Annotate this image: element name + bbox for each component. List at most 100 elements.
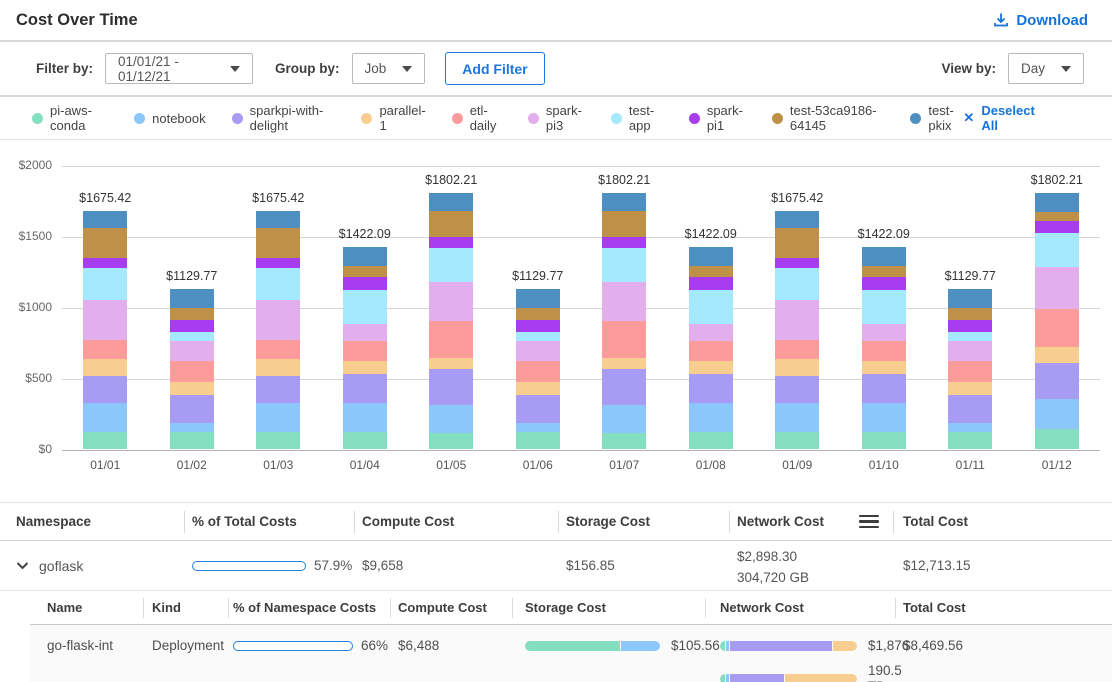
deselect-all-button[interactable]: ✕ Deselect All	[963, 103, 1042, 133]
col-header-total[interactable]: Total Cost	[895, 591, 1112, 624]
bar-segment-spark-pi3[interactable]	[602, 282, 646, 321]
bar-segment-notebook[interactable]	[429, 405, 473, 434]
bar-segment-pi-aws-conda[interactable]	[948, 432, 992, 449]
bar-segment-etl-daily[interactable]	[948, 361, 992, 381]
col-header-name[interactable]: Name	[30, 591, 143, 624]
bar-segment-notebook[interactable]	[775, 403, 819, 432]
bar-segment-test-53ca9186-64145[interactable]	[343, 266, 387, 277]
bar-segment-spark-pi1[interactable]	[775, 258, 819, 268]
bar-segment-notebook[interactable]	[862, 403, 906, 433]
col-header-total[interactable]: Total Cost	[893, 503, 1112, 540]
bar-segment-etl-daily[interactable]	[689, 341, 733, 360]
bar-segment-test-pkix[interactable]	[689, 247, 733, 266]
bar-segment-test-app[interactable]	[83, 268, 127, 300]
bar-segment-parallel-1[interactable]	[948, 382, 992, 396]
bar-segment-spark-pi1[interactable]	[429, 237, 473, 248]
bar-segment-test-53ca9186-64145[interactable]	[83, 228, 127, 258]
bar-segment-test-app[interactable]	[775, 268, 819, 300]
legend-item-pi-aws-conda[interactable]: pi-aws-conda	[32, 103, 108, 133]
bar-segment-test-53ca9186-64145[interactable]	[602, 211, 646, 238]
bar-segment-spark-pi3[interactable]	[689, 324, 733, 341]
col-header-percent-total[interactable]: % of Total Costs	[184, 503, 354, 540]
bar-segment-parallel-1[interactable]	[170, 382, 214, 396]
bar-segment-test-pkix[interactable]	[862, 247, 906, 266]
bar-01/12[interactable]	[1035, 193, 1079, 449]
bar-01/09[interactable]	[775, 211, 819, 449]
namespace-name[interactable]: goflask	[39, 558, 83, 574]
bar-segment-test-app[interactable]	[256, 268, 300, 300]
bar-segment-notebook[interactable]	[83, 403, 127, 432]
bar-segment-sparkpi-with-delight[interactable]	[1035, 363, 1079, 399]
col-header-compute[interactable]: Compute Cost	[354, 503, 558, 540]
bar-segment-sparkpi-with-delight[interactable]	[689, 374, 733, 403]
bar-segment-pi-aws-conda[interactable]	[602, 433, 646, 449]
bar-segment-notebook[interactable]	[602, 405, 646, 434]
col-header-network[interactable]: Network Cost	[705, 591, 895, 624]
bar-segment-test-pkix[interactable]	[516, 289, 560, 309]
bar-segment-sparkpi-with-delight[interactable]	[429, 369, 473, 404]
bar-segment-test-pkix[interactable]	[1035, 193, 1079, 212]
col-header-compute[interactable]: Compute Cost	[390, 591, 512, 624]
col-header-storage[interactable]: Storage Cost	[558, 503, 729, 540]
bar-segment-pi-aws-conda[interactable]	[1035, 429, 1079, 449]
bar-segment-sparkpi-with-delight[interactable]	[516, 395, 560, 423]
view-by-dropdown[interactable]: Day	[1008, 53, 1084, 84]
bar-segment-sparkpi-with-delight[interactable]	[83, 376, 127, 403]
bar-segment-notebook[interactable]	[948, 423, 992, 431]
bar-segment-parallel-1[interactable]	[429, 358, 473, 370]
bar-segment-spark-pi3[interactable]	[256, 300, 300, 340]
download-button[interactable]: Download	[993, 12, 1088, 29]
bar-segment-etl-daily[interactable]	[256, 340, 300, 359]
bar-segment-pi-aws-conda[interactable]	[775, 432, 819, 450]
bar-segment-spark-pi1[interactable]	[83, 258, 127, 268]
bar-segment-test-app[interactable]	[429, 248, 473, 282]
bar-segment-parallel-1[interactable]	[516, 382, 560, 396]
bar-segment-notebook[interactable]	[256, 403, 300, 432]
bar-01/02[interactable]	[170, 289, 214, 449]
bar-segment-pi-aws-conda[interactable]	[83, 432, 127, 450]
legend-item-parallel-1[interactable]: parallel-1	[361, 103, 425, 133]
bar-segment-test-53ca9186-64145[interactable]	[948, 308, 992, 320]
bar-segment-spark-pi1[interactable]	[862, 277, 906, 291]
bar-segment-spark-pi3[interactable]	[1035, 267, 1079, 309]
bar-segment-test-app[interactable]	[1035, 233, 1079, 266]
bar-01/11[interactable]	[948, 289, 992, 449]
bar-segment-test-pkix[interactable]	[343, 247, 387, 266]
col-header-kind[interactable]: Kind	[143, 591, 228, 624]
bar-segment-spark-pi1[interactable]	[689, 277, 733, 291]
bar-01/05[interactable]	[429, 193, 473, 449]
bar-segment-etl-daily[interactable]	[83, 340, 127, 359]
legend-item-test-pkix[interactable]: test-pkix	[910, 103, 963, 133]
bar-segment-parallel-1[interactable]	[256, 359, 300, 376]
bar-segment-spark-pi3[interactable]	[83, 300, 127, 340]
col-header-namespace[interactable]: Namespace	[0, 503, 184, 540]
bar-segment-test-pkix[interactable]	[775, 211, 819, 228]
legend-item-test-53ca9186-64145[interactable]: test-53ca9186-64145	[772, 103, 885, 133]
bar-segment-spark-pi1[interactable]	[256, 258, 300, 268]
bar-segment-spark-pi1[interactable]	[1035, 221, 1079, 233]
bar-segment-spark-pi3[interactable]	[429, 282, 473, 321]
bar-segment-sparkpi-with-delight[interactable]	[775, 376, 819, 403]
bar-segment-test-app[interactable]	[948, 332, 992, 340]
bar-01/08[interactable]	[689, 247, 733, 449]
bar-segment-spark-pi3[interactable]	[343, 324, 387, 341]
bar-segment-test-pkix[interactable]	[83, 211, 127, 228]
bar-segment-spark-pi1[interactable]	[343, 277, 387, 291]
group-by-dropdown[interactable]: Job	[352, 53, 426, 84]
bar-segment-notebook[interactable]	[689, 403, 733, 433]
bar-segment-pi-aws-conda[interactable]	[256, 432, 300, 450]
bar-segment-spark-pi1[interactable]	[516, 320, 560, 332]
bar-segment-test-app[interactable]	[170, 332, 214, 340]
bar-segment-test-53ca9186-64145[interactable]	[1035, 212, 1079, 221]
bar-segment-spark-pi3[interactable]	[862, 324, 906, 341]
column-menu-icon[interactable]	[857, 513, 881, 531]
bar-segment-spark-pi3[interactable]	[170, 341, 214, 362]
bar-segment-test-app[interactable]	[602, 248, 646, 282]
col-header-network[interactable]: Network Cost	[729, 503, 893, 540]
bar-segment-etl-daily[interactable]	[429, 321, 473, 358]
collapse-chevron-icon[interactable]	[16, 561, 29, 570]
bar-segment-test-53ca9186-64145[interactable]	[170, 308, 214, 320]
bar-segment-etl-daily[interactable]	[775, 340, 819, 359]
bar-segment-parallel-1[interactable]	[862, 361, 906, 374]
col-header-percent-namespace[interactable]: % of Namespace Costs	[228, 591, 390, 624]
